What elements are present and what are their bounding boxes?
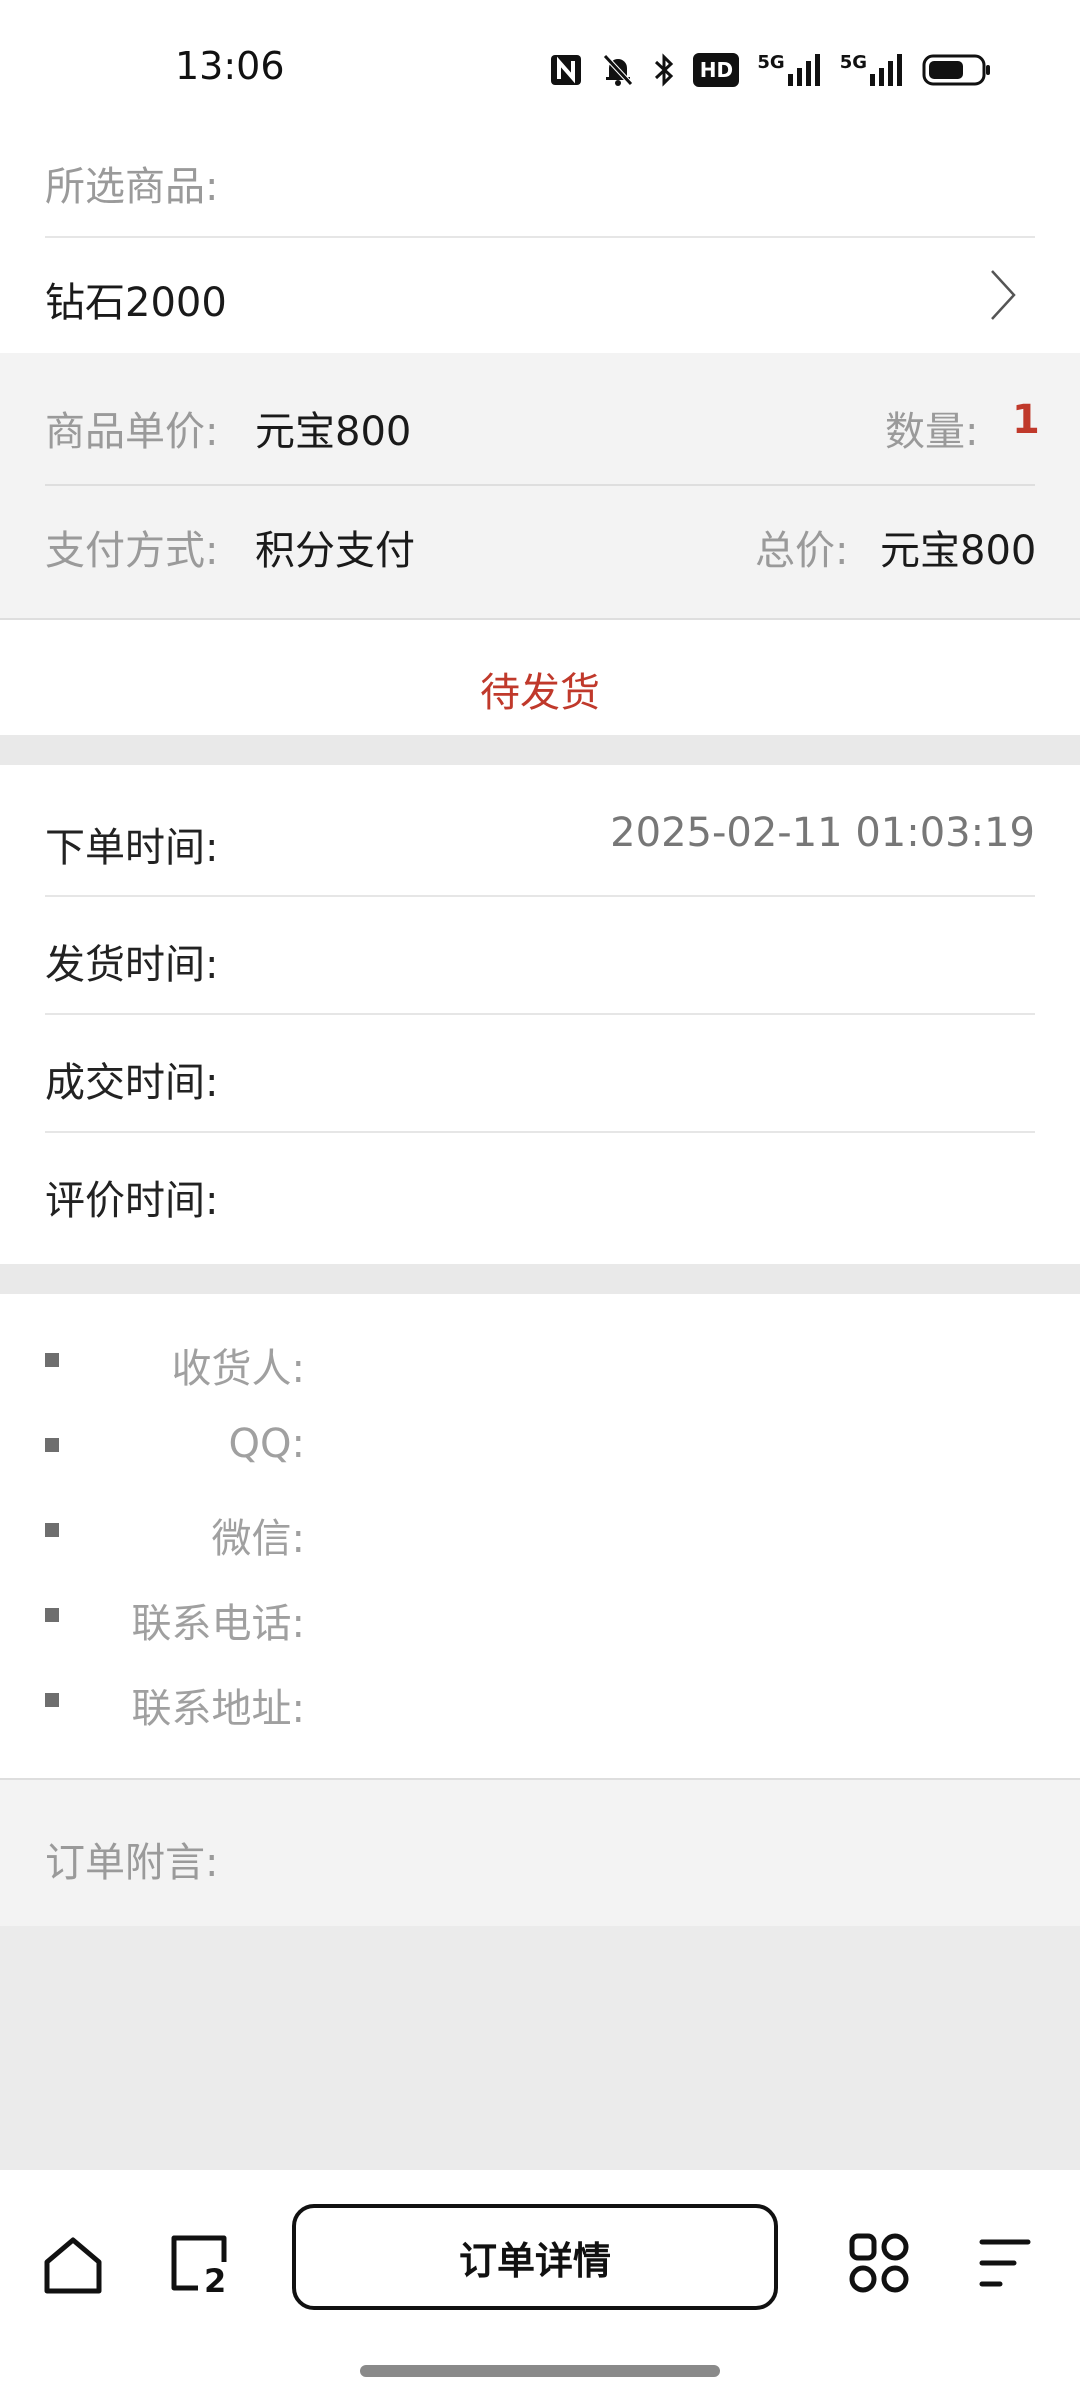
- receiver-label: 收货人:: [171, 1346, 305, 1392]
- product-row[interactable]: 钻石2000: [0, 238, 1080, 352]
- section-separator: [0, 735, 1080, 765]
- divider: [45, 484, 1035, 486]
- home-indicator[interactable]: [360, 2365, 720, 2377]
- remark-section: 订单附言:: [0, 1780, 1080, 1926]
- mute-bell-icon: [603, 54, 634, 86]
- menu-icon[interactable]: [976, 2236, 1032, 2290]
- status-icons: HD 5G 5G: [549, 46, 992, 94]
- order-time-value: 2025-02-11 01:03:19: [610, 810, 1035, 856]
- quantity-value: 1: [1012, 397, 1040, 443]
- nfc-icon: [551, 55, 582, 85]
- unit-price-label: 商品单价:: [45, 409, 219, 455]
- product-name: 钻石2000: [45, 280, 227, 326]
- unit-price-value: 元宝800: [255, 409, 412, 455]
- chevron-right-icon: [991, 270, 1016, 320]
- divider: [45, 895, 1035, 897]
- signal-5g-icon-2: 5G: [840, 54, 904, 86]
- list-item: 联系地址:: [0, 1660, 1080, 1740]
- bluetooth-icon: [655, 53, 674, 87]
- hd-icon: HD: [693, 53, 740, 87]
- order-time-label: 下单时间:: [45, 825, 219, 871]
- empty-area: [0, 1926, 1080, 2170]
- qq-label: QQ:: [228, 1421, 305, 1467]
- order-status: 待发货: [480, 670, 600, 716]
- remark-label: 订单附言:: [45, 1840, 219, 1886]
- order-detail-button[interactable]: 订单详情: [292, 2204, 778, 2310]
- divider: [0, 618, 1080, 620]
- list-item: 微信:: [0, 1490, 1080, 1570]
- review-time-label: 评价时间:: [45, 1178, 219, 1224]
- status-time: 13:06: [175, 44, 285, 88]
- list-item: 收货人:: [0, 1320, 1080, 1400]
- list-item: QQ:: [0, 1405, 1080, 1485]
- quantity-label: 数量:: [885, 409, 979, 455]
- signal-5g-icon-1: 5G: [757, 54, 821, 86]
- total-price-label: 总价:: [755, 528, 849, 574]
- payment-method-value: 积分支付: [255, 528, 415, 574]
- battery-icon: [922, 54, 990, 86]
- apps-grid-icon[interactable]: [848, 2232, 910, 2294]
- ship-time-label: 发货时间:: [45, 942, 219, 988]
- deal-time-label: 成交时间:: [45, 1060, 219, 1106]
- total-price-value: 元宝800: [880, 528, 1037, 574]
- price-section: 商品单价: 元宝800 数量: 1 支付方式: 积分支付 总价: 元宝800: [0, 353, 1080, 618]
- status-bar: 13:06 HD 5G 5G: [0, 0, 1080, 140]
- wechat-label: 微信:: [211, 1516, 305, 1562]
- phone-label: 联系电话:: [131, 1601, 305, 1647]
- address-label: 联系地址:: [131, 1686, 305, 1732]
- divider: [45, 1013, 1035, 1015]
- payment-method-label: 支付方式:: [45, 528, 219, 574]
- selected-product-label: 所选商品:: [45, 164, 219, 210]
- divider: [45, 1131, 1035, 1133]
- tabs-count: 2: [204, 2262, 227, 2300]
- tabs-button[interactable]: 2: [168, 2232, 230, 2300]
- home-icon[interactable]: [42, 2234, 104, 2296]
- list-item: 联系电话:: [0, 1575, 1080, 1655]
- section-separator: [0, 1264, 1080, 1294]
